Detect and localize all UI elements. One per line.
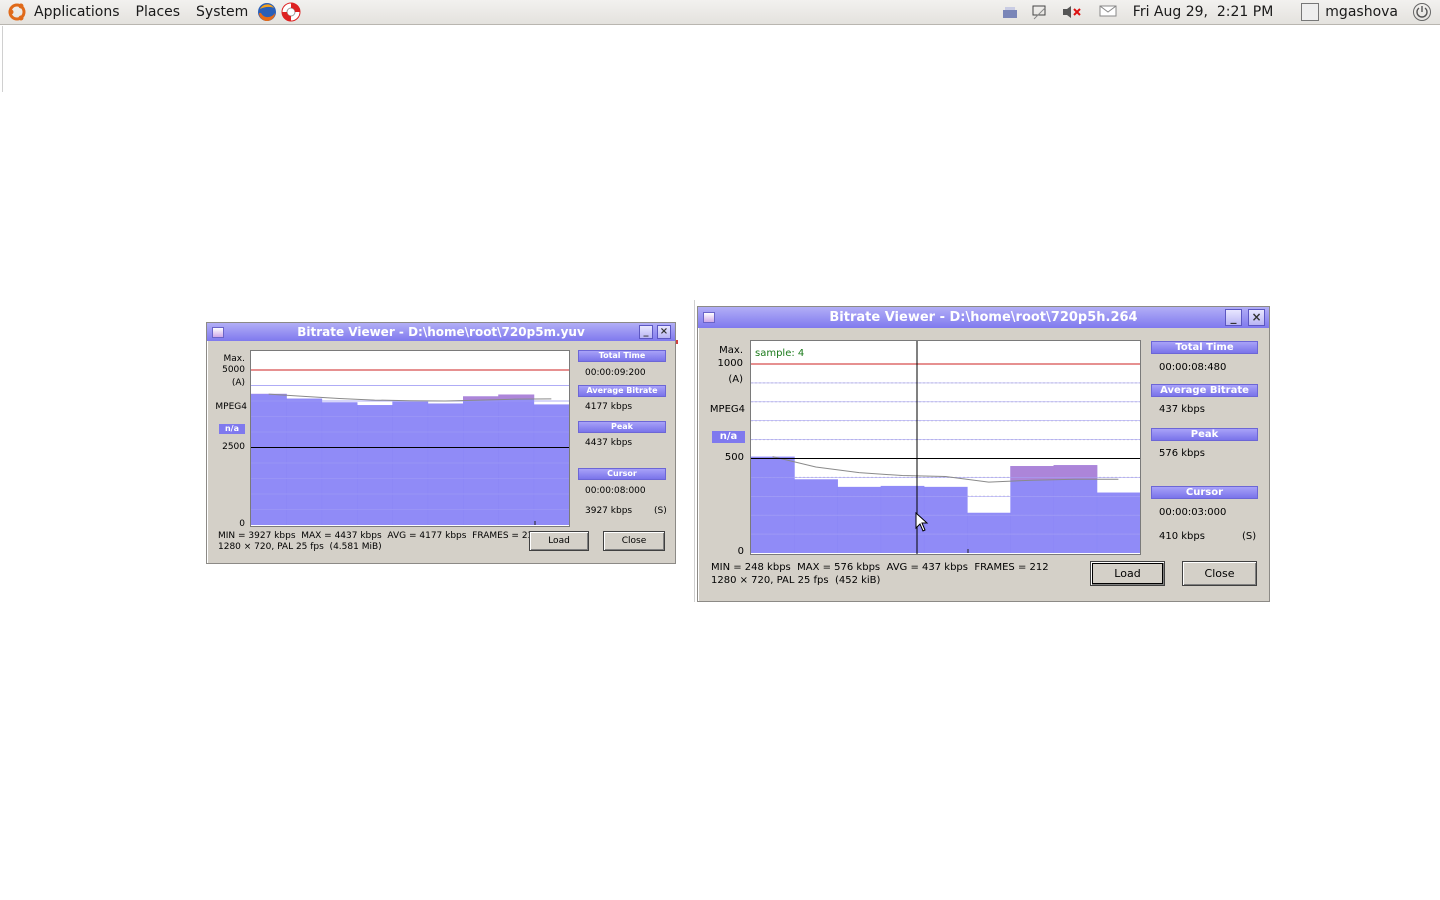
sample-label: sample: 4	[755, 348, 804, 359]
bitrate-bar	[837, 486, 882, 553]
help-lifebuoy-icon[interactable]	[280, 1, 302, 23]
axis-mid-value: 500	[724, 452, 744, 463]
power-icon[interactable]	[1412, 2, 1432, 22]
window-2-title: Bitrate Viewer - D:\home\root\720p5h.264	[829, 310, 1138, 325]
close-window-button[interactable]: ×	[657, 325, 671, 339]
clock[interactable]: Fri Aug 29, 2:21 PM	[1133, 4, 1274, 20]
peak-header: Peak	[1151, 428, 1258, 441]
stats-line-1: MIN = 3927 kbps MAX = 4437 kbps AVG = 41…	[218, 531, 540, 541]
mail-icon[interactable]	[1099, 4, 1117, 20]
user-name[interactable]: mgashova	[1325, 4, 1398, 20]
peak-header: Peak	[578, 421, 666, 433]
close-button[interactable]: Close	[603, 531, 665, 551]
bitrate-bar	[967, 512, 1011, 553]
menu-system[interactable]: System	[196, 4, 248, 20]
peak-value: 576 kbps	[1159, 448, 1205, 459]
load-button[interactable]: Load	[529, 531, 589, 551]
na-badge: n/a	[712, 431, 745, 443]
menu-places[interactable]: Places	[136, 4, 181, 20]
bitrate-bar	[286, 398, 323, 525]
total-time-value: 00:00:08:480	[1159, 362, 1227, 373]
bitrate-bar	[357, 405, 393, 525]
axis-max-label: Max.	[223, 354, 245, 364]
user-switch-icon[interactable]	[1301, 3, 1320, 21]
axis-max-value: 5000	[222, 365, 245, 375]
axis-max-label: Max.	[719, 345, 743, 356]
close-window-button[interactable]: ×	[1248, 309, 1265, 326]
window-1-titlebar[interactable]: Bitrate Viewer - D:\home\root\720p5m.yuv…	[207, 323, 675, 341]
bitrate-plot-1[interactable]	[250, 350, 570, 527]
mouse-cursor-icon	[915, 512, 929, 532]
bitrate-plot-2[interactable]: sample: 4	[750, 340, 1141, 555]
bitrate-bar	[251, 393, 287, 525]
cursor-mode: (S)	[654, 506, 667, 516]
bitrate-bar	[427, 403, 464, 525]
stats-line-2: 1280 × 720, PAL 25 fps (4.581 MiB)	[218, 542, 382, 552]
total-time-header: Total Time	[1151, 341, 1258, 354]
axis-zero: 0	[737, 546, 744, 557]
load-button[interactable]: Load	[1090, 561, 1165, 586]
cursor-rate-value: 410 kbps	[1159, 531, 1205, 542]
cursor-header: Cursor	[578, 468, 666, 480]
peak-value: 4437 kbps	[585, 438, 633, 448]
cursor-header: Cursor	[1151, 486, 1258, 499]
bitrate-bar-peak	[498, 394, 535, 400]
cursor-mode: (S)	[1242, 531, 1257, 542]
total-time-header: Total Time	[578, 350, 666, 362]
network-icon[interactable]	[1001, 4, 1019, 20]
minimize-button[interactable]: _	[1225, 309, 1242, 326]
stats-line-2: 1280 × 720, PAL 25 fps (452 kiB)	[711, 575, 881, 586]
top-panel: Applications Places System Fri Aug 29, 2…	[0, 0, 1440, 25]
codec-label: MPEG4	[709, 404, 745, 415]
codec-label: MPEG4	[215, 402, 247, 412]
desktop-edge-artifact	[0, 26, 3, 92]
menu-applications[interactable]: Applications	[34, 4, 120, 20]
display-icon[interactable]	[1031, 4, 1049, 20]
bitrate-bar-peak	[1010, 466, 1055, 481]
average-bitrate-header: Average Bitrate	[578, 385, 666, 397]
average-bitrate-header: Average Bitrate	[1151, 384, 1258, 397]
app-icon[interactable]	[703, 312, 715, 323]
firefox-icon[interactable]	[256, 1, 278, 23]
bitrate-bar	[1096, 492, 1140, 553]
bitrate-bar	[463, 396, 499, 525]
bitrate-viewer-window-2[interactable]: Bitrate Viewer - D:\home\root\720p5h.264…	[697, 306, 1270, 602]
ubuntu-logo-icon[interactable]	[6, 1, 28, 23]
total-time-value: 00:00:09:200	[585, 368, 646, 378]
average-bitrate-value: 437 kbps	[1159, 404, 1205, 415]
na-badge: n/a	[219, 424, 245, 434]
axis-mid-value: 2500	[222, 442, 245, 452]
window-edge-artifact	[676, 340, 678, 344]
window-1-title: Bitrate Viewer - D:\home\root\720p5m.yuv	[297, 325, 585, 339]
bitrate-bar	[321, 402, 358, 525]
volume-muted-icon[interactable]	[1061, 4, 1081, 20]
cursor-rate-value: 3927 kbps	[585, 506, 633, 516]
bitrate-viewer-window-1[interactable]: Bitrate Viewer - D:\home\root\720p5m.yuv…	[206, 322, 676, 564]
axis-max-value: 1000	[717, 358, 743, 369]
close-button[interactable]: Close	[1182, 561, 1257, 586]
bitrate-bar	[923, 486, 968, 553]
bitrate-bar	[751, 456, 795, 553]
cursor-time-value: 00:00:03:000	[1159, 507, 1227, 518]
cursor-time-value: 00:00:08:000	[585, 486, 646, 496]
bitrate-bar	[533, 404, 569, 525]
minimize-button[interactable]: _	[639, 325, 653, 339]
axis-mode: (A)	[728, 374, 743, 385]
window-2-titlebar[interactable]: Bitrate Viewer - D:\home\root\720p5h.264…	[698, 307, 1269, 328]
axis-zero: 0	[239, 519, 245, 529]
bitrate-bar	[794, 479, 838, 553]
bitrate-bar	[392, 401, 429, 525]
stats-line-1: MIN = 248 kbps MAX = 576 kbps AVG = 437 …	[711, 562, 1049, 573]
app-icon[interactable]	[212, 327, 224, 338]
average-bitrate-value: 4177 kbps	[585, 402, 633, 412]
bitrate-bar	[498, 394, 535, 525]
axis-mode: (A)	[231, 378, 245, 388]
